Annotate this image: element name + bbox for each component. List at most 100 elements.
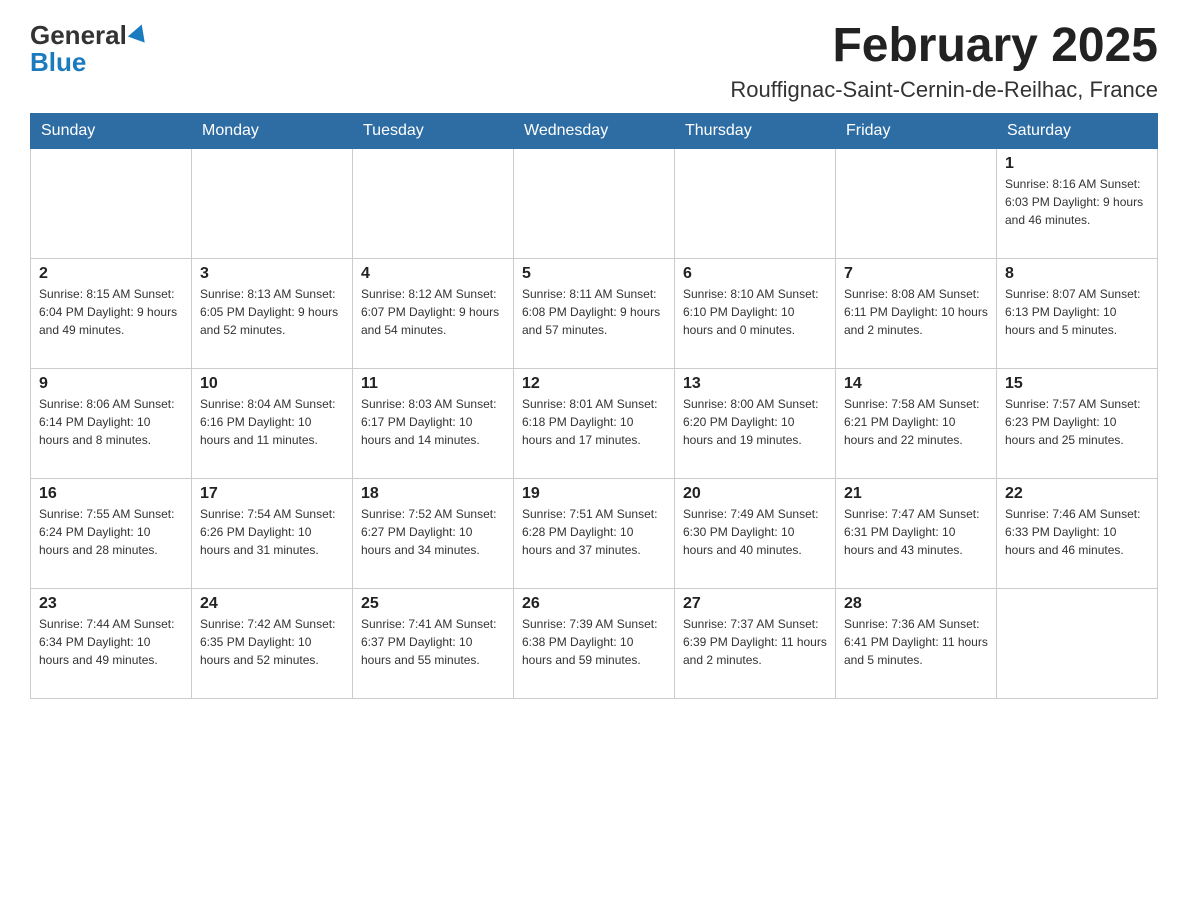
day-number: 14	[844, 375, 988, 393]
day-info: Sunrise: 7:47 AM Sunset: 6:31 PM Dayligh…	[844, 505, 988, 559]
day-number: 10	[200, 375, 344, 393]
day-info: Sunrise: 7:44 AM Sunset: 6:34 PM Dayligh…	[39, 615, 183, 669]
day-number: 12	[522, 375, 666, 393]
calendar-cell: 18Sunrise: 7:52 AM Sunset: 6:27 PM Dayli…	[353, 478, 514, 588]
calendar-week-row: 16 Sunrise: 7:55 AM Sunset: 6:24 PM Dayli…	[31, 478, 1158, 588]
calendar-cell: 26 Sunrise: 7:39 AM Sunset: 6:38 PM Dayli…	[514, 588, 675, 698]
day-number: 5	[522, 265, 666, 283]
day-number: 9	[39, 375, 183, 393]
calendar-cell: 3Sunrise: 8:13 AM Sunset: 6:05 PM Daylig…	[192, 258, 353, 368]
day-info: Sunrise: 8:01 AM Sunset: 6:18 PM Dayligh…	[522, 395, 666, 449]
weekday-header-wednesday: Wednesday	[514, 113, 675, 148]
weekday-header-monday: Monday	[192, 113, 353, 148]
calendar-cell: 8 Sunrise: 8:07 AM Sunset: 6:13 PM Daylig…	[997, 258, 1158, 368]
day-number: 26	[522, 595, 666, 613]
location-title: Rouffignac-Saint-Cernin-de-Reilhac, Fran…	[730, 77, 1158, 103]
day-number: 6	[683, 265, 827, 283]
day-number: 25	[361, 595, 505, 613]
day-number: 21	[844, 485, 988, 503]
day-info: Sunrise: 7:36 AM Sunset: 6:41 PM Dayligh…	[844, 615, 988, 669]
calendar-cell: 12 Sunrise: 8:01 AM Sunset: 6:18 PM Dayli…	[514, 368, 675, 478]
day-info: Sunrise: 7:49 AM Sunset: 6:30 PM Dayligh…	[683, 505, 827, 559]
calendar-cell: 17 Sunrise: 7:54 AM Sunset: 6:26 PM Dayli…	[192, 478, 353, 588]
day-number: 8	[1005, 265, 1149, 283]
calendar-cell	[514, 148, 675, 258]
day-info: Sunrise: 8:06 AM Sunset: 6:14 PM Dayligh…	[39, 395, 183, 449]
day-info: Sunrise: 8:04 AM Sunset: 6:16 PM Dayligh…	[200, 395, 344, 449]
day-info: Sunrise: 8:03 AM Sunset: 6:17 PM Dayligh…	[361, 395, 505, 449]
weekday-header-tuesday: Tuesday	[353, 113, 514, 148]
day-number: 13	[683, 375, 827, 393]
day-info: Sunrise: 8:00 AM Sunset: 6:20 PM Dayligh…	[683, 395, 827, 449]
weekday-header-sunday: Sunday	[31, 113, 192, 148]
day-number: 22	[1005, 485, 1149, 503]
day-info: Sunrise: 7:41 AM Sunset: 6:37 PM Dayligh…	[361, 615, 505, 669]
day-number: 15	[1005, 375, 1149, 393]
logo: General Blue	[30, 20, 148, 78]
calendar-cell: 4 Sunrise: 8:12 AM Sunset: 6:07 PM Daylig…	[353, 258, 514, 368]
calendar-cell: 22 Sunrise: 7:46 AM Sunset: 6:33 PM Dayli…	[997, 478, 1158, 588]
day-number: 28	[844, 595, 988, 613]
weekday-header-row: SundayMondayTuesdayWednesdayThursdayFrid…	[31, 113, 1158, 148]
day-number: 7	[844, 265, 988, 283]
calendar-cell: 11 Sunrise: 8:03 AM Sunset: 6:17 PM Dayli…	[353, 368, 514, 478]
calendar-cell: 28 Sunrise: 7:36 AM Sunset: 6:41 PM Dayli…	[836, 588, 997, 698]
day-info: Sunrise: 7:54 AM Sunset: 6:26 PM Dayligh…	[200, 505, 344, 559]
calendar-cell: 16 Sunrise: 7:55 AM Sunset: 6:24 PM Dayli…	[31, 478, 192, 588]
day-number: 24	[200, 595, 344, 613]
calendar-cell: 1Sunrise: 8:16 AM Sunset: 6:03 PM Daylig…	[997, 148, 1158, 258]
day-number: 17	[200, 485, 344, 503]
day-info: Sunrise: 7:37 AM Sunset: 6:39 PM Dayligh…	[683, 615, 827, 669]
day-info: Sunrise: 8:16 AM Sunset: 6:03 PM Dayligh…	[1005, 175, 1149, 229]
day-number: 2	[39, 265, 183, 283]
day-info: Sunrise: 7:42 AM Sunset: 6:35 PM Dayligh…	[200, 615, 344, 669]
day-info: Sunrise: 7:52 AM Sunset: 6:27 PM Dayligh…	[361, 505, 505, 559]
day-info: Sunrise: 8:15 AM Sunset: 6:04 PM Dayligh…	[39, 285, 183, 339]
calendar-cell	[997, 588, 1158, 698]
calendar-cell: 20 Sunrise: 7:49 AM Sunset: 6:30 PM Dayli…	[675, 478, 836, 588]
calendar-cell: 2 Sunrise: 8:15 AM Sunset: 6:04 PM Daylig…	[31, 258, 192, 368]
calendar-table: SundayMondayTuesdayWednesdayThursdayFrid…	[30, 113, 1158, 699]
day-info: Sunrise: 8:08 AM Sunset: 6:11 PM Dayligh…	[844, 285, 988, 339]
calendar-cell: 15 Sunrise: 7:57 AM Sunset: 6:23 PM Dayli…	[997, 368, 1158, 478]
day-number: 23	[39, 595, 183, 613]
calendar-week-row: 23 Sunrise: 7:44 AM Sunset: 6:34 PM Dayli…	[31, 588, 1158, 698]
day-info: Sunrise: 7:46 AM Sunset: 6:33 PM Dayligh…	[1005, 505, 1149, 559]
calendar-cell	[675, 148, 836, 258]
day-number: 16	[39, 485, 183, 503]
calendar-cell: 5Sunrise: 8:11 AM Sunset: 6:08 PM Daylig…	[514, 258, 675, 368]
calendar-cell: 19 Sunrise: 7:51 AM Sunset: 6:28 PM Dayli…	[514, 478, 675, 588]
weekday-header-friday: Friday	[836, 113, 997, 148]
calendar-cell: 25 Sunrise: 7:41 AM Sunset: 6:37 PM Dayli…	[353, 588, 514, 698]
calendar-cell: 24 Sunrise: 7:42 AM Sunset: 6:35 PM Dayli…	[192, 588, 353, 698]
day-number: 19	[522, 485, 666, 503]
day-info: Sunrise: 7:55 AM Sunset: 6:24 PM Dayligh…	[39, 505, 183, 559]
calendar-cell: 10 Sunrise: 8:04 AM Sunset: 6:16 PM Dayli…	[192, 368, 353, 478]
calendar-cell: 27Sunrise: 7:37 AM Sunset: 6:39 PM Dayli…	[675, 588, 836, 698]
weekday-header-thursday: Thursday	[675, 113, 836, 148]
calendar-cell: 14 Sunrise: 7:58 AM Sunset: 6:21 PM Dayli…	[836, 368, 997, 478]
day-info: Sunrise: 8:07 AM Sunset: 6:13 PM Dayligh…	[1005, 285, 1149, 339]
calendar-cell	[836, 148, 997, 258]
day-info: Sunrise: 7:57 AM Sunset: 6:23 PM Dayligh…	[1005, 395, 1149, 449]
calendar-cell	[31, 148, 192, 258]
calendar-cell	[353, 148, 514, 258]
day-number: 20	[683, 485, 827, 503]
calendar-cell: 7 Sunrise: 8:08 AM Sunset: 6:11 PM Daylig…	[836, 258, 997, 368]
day-info: Sunrise: 7:51 AM Sunset: 6:28 PM Dayligh…	[522, 505, 666, 559]
logo-blue-text: Blue	[30, 47, 86, 78]
calendar-cell: 23 Sunrise: 7:44 AM Sunset: 6:34 PM Dayli…	[31, 588, 192, 698]
calendar-week-row: 9 Sunrise: 8:06 AM Sunset: 6:14 PM Daylig…	[31, 368, 1158, 478]
calendar-cell	[192, 148, 353, 258]
day-number: 11	[361, 375, 505, 393]
month-title: February 2025	[730, 20, 1158, 73]
weekday-header-saturday: Saturday	[997, 113, 1158, 148]
calendar-cell: 13 Sunrise: 8:00 AM Sunset: 6:20 PM Dayli…	[675, 368, 836, 478]
day-info: Sunrise: 8:10 AM Sunset: 6:10 PM Dayligh…	[683, 285, 827, 339]
day-info: Sunrise: 8:12 AM Sunset: 6:07 PM Dayligh…	[361, 285, 505, 339]
day-number: 4	[361, 265, 505, 283]
day-info: Sunrise: 7:58 AM Sunset: 6:21 PM Dayligh…	[844, 395, 988, 449]
day-info: Sunrise: 8:13 AM Sunset: 6:05 PM Dayligh…	[200, 285, 344, 339]
day-info: Sunrise: 7:39 AM Sunset: 6:38 PM Dayligh…	[522, 615, 666, 669]
calendar-week-row: 1Sunrise: 8:16 AM Sunset: 6:03 PM Daylig…	[31, 148, 1158, 258]
